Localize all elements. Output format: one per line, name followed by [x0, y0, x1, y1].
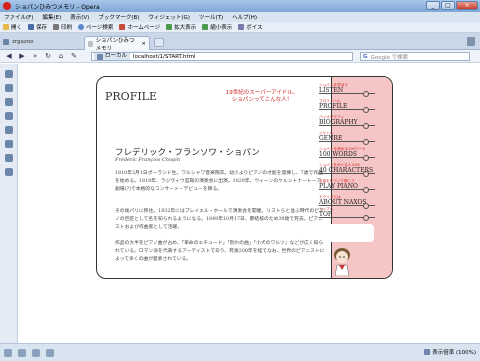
menu-help[interactable]: ヘルプ(H): [232, 13, 257, 21]
new-tab-button[interactable]: [154, 38, 164, 47]
forward-button[interactable]: ▶: [17, 51, 27, 61]
zoom-in-button[interactable]: 拡大表示: [166, 23, 196, 31]
speaker-icon: [238, 24, 245, 30]
trash-icon[interactable]: [467, 37, 475, 46]
navigation-bar: ◀ ▶ » ↻ ⌂ ✎ ローカル localhost/1/START.html …: [0, 50, 480, 63]
side-panel-bar: [0, 64, 18, 343]
security-icon[interactable]: [18, 348, 26, 357]
paragraph-2: その後パリに移住。1832年にはプレイエル・ホールで演奏会を開催。リストらと並ぶ…: [115, 209, 324, 230]
menu-bar: ファイル(F) 編集(E) 表示(V) ブックマーク(B) ウィジェット(G) …: [0, 12, 480, 22]
folder-icon: [3, 24, 9, 30]
find-in-page-button[interactable]: ページ検索: [78, 23, 113, 31]
paragraph-3: 作品の大半をピアノ曲が占め、「革命のエチュード」「別れの曲」「小犬のワルツ」など…: [115, 241, 325, 262]
nav-genre[interactable]: ジャンル GENRE: [319, 131, 379, 145]
tab-bar: zrgazoo ショパンひみつメモリ ×: [0, 33, 480, 52]
nav-about-naxos[interactable]: ナクソスとは ABOUT NAXOS: [319, 195, 379, 209]
computer-icon: [97, 53, 103, 60]
window-title: ショパンひみつメモリ - Opera: [15, 3, 100, 11]
zoom-out-icon: [202, 24, 209, 30]
menu-view[interactable]: 表示(V): [70, 13, 89, 21]
fast-forward-button[interactable]: »: [30, 51, 40, 61]
zoom-icon: [424, 349, 431, 355]
menu-bookmarks[interactable]: ブックマーク(B): [98, 13, 139, 21]
local-indicator: ローカル: [94, 53, 131, 60]
menu-edit[interactable]: 編集(E): [42, 13, 61, 21]
back-button[interactable]: ◀: [4, 51, 14, 61]
minimize-button[interactable]: _: [426, 1, 440, 10]
history-panel-icon[interactable]: [5, 154, 13, 162]
nav-listen[interactable]: ショパンを学ぼう LISTEN: [319, 83, 379, 97]
zoom-control[interactable]: 表示倍率 (100%): [424, 348, 476, 356]
info-box: [323, 224, 374, 242]
contacts-panel-icon[interactable]: [5, 98, 13, 106]
profile-card: PROFILE 19世紀のスーパーアイドル、 ショパンってこんな人！ フレデリッ…: [96, 76, 393, 279]
edit-button[interactable]: ✎: [69, 51, 79, 61]
nav-100-words[interactable]: ショパンを読める100ワード 100 WORDS: [319, 147, 379, 161]
maximize-button[interactable]: □: [441, 1, 455, 10]
paragraph-1: 1810年3月1日ポーランド生。ワルシャワ音楽院卒。幼少よりピアノの才能を発揮し…: [115, 171, 323, 192]
downloads-panel-icon[interactable]: [5, 140, 13, 148]
home-button[interactable]: ホームページ: [119, 23, 160, 31]
mail-panel-icon[interactable]: [5, 84, 13, 92]
google-icon: G: [363, 53, 368, 60]
save-button[interactable]: 保存: [28, 23, 47, 31]
close-button[interactable]: ×: [456, 1, 478, 10]
nav-characters[interactable]: ショパンをめぐる人々26 40 CHARACTERS: [319, 163, 379, 177]
home-nav-button[interactable]: ⌂: [56, 51, 66, 61]
tab-close-icon[interactable]: ×: [141, 41, 146, 47]
zoom-in-icon: [166, 24, 173, 30]
page-title: PROFILE: [101, 84, 157, 104]
open-button[interactable]: 開く: [3, 23, 22, 31]
voice-button[interactable]: ボイス: [238, 23, 263, 31]
bookmarks-panel-icon[interactable]: [5, 70, 13, 78]
notes-panel-icon[interactable]: [5, 126, 13, 134]
turbo-icon[interactable]: [32, 348, 40, 357]
catch-copy: 19世紀のスーパーアイドル、 ショパンってこんな人！: [225, 90, 299, 103]
save-icon: [28, 24, 35, 30]
printer-icon: [53, 24, 60, 30]
panel-icon: [3, 39, 9, 45]
chopin-illustration: [334, 248, 350, 276]
address-field[interactable]: ローカル localhost/1/START.html: [91, 52, 353, 61]
opera-logo-icon: [3, 2, 11, 10]
page-icon: [88, 40, 93, 47]
menu-tools[interactable]: ツール(T): [199, 13, 223, 21]
reload-button[interactable]: ↻: [43, 51, 53, 61]
zoom-out-button[interactable]: 縮小表示: [202, 23, 232, 31]
nav-profile[interactable]: プロフィール PROFILE: [319, 99, 379, 113]
search-field[interactable]: G Google で検索: [360, 52, 470, 61]
main-toolbar: 開く 保存 印刷 ページ検索 ホームページ 拡大表示 縮小表示 ボイス: [0, 22, 480, 33]
page-content: PROFILE 19世紀のスーパーアイドル、 ショパンってこんな人！ フレデリッ…: [19, 64, 480, 343]
menu-file[interactable]: ファイル(F): [4, 13, 33, 21]
status-bar: 表示倍率 (100%): [0, 343, 480, 361]
nav-biography[interactable]: バイオグラフィ BIOGRAPHY: [319, 115, 379, 129]
links-panel-icon[interactable]: [5, 168, 13, 176]
print-button[interactable]: 印刷: [53, 23, 72, 31]
tab-chopin[interactable]: ショパンひみつメモリ ×: [84, 36, 150, 52]
nav-play-piano[interactable]: 名曲をピアノで弾こう PLAY PIANO: [319, 179, 379, 193]
title-bar: ショパンひみつメモリ - Opera _ □ ×: [0, 0, 480, 12]
speed-dial-icon[interactable]: [4, 348, 12, 357]
url-text: localhost/1/START.html: [133, 53, 196, 60]
menu-widgets[interactable]: ウィジェット(G): [148, 13, 190, 21]
feeds-panel-icon[interactable]: [5, 112, 13, 120]
magnifier-icon: [78, 24, 85, 30]
name-french: Frédéric François Chopin: [115, 157, 181, 163]
home-icon: [119, 24, 126, 30]
view-icon[interactable]: [46, 348, 54, 357]
panel-toggle[interactable]: zrgazoo: [3, 36, 79, 48]
nav-top[interactable]: トップへ TOP: [319, 207, 379, 221]
